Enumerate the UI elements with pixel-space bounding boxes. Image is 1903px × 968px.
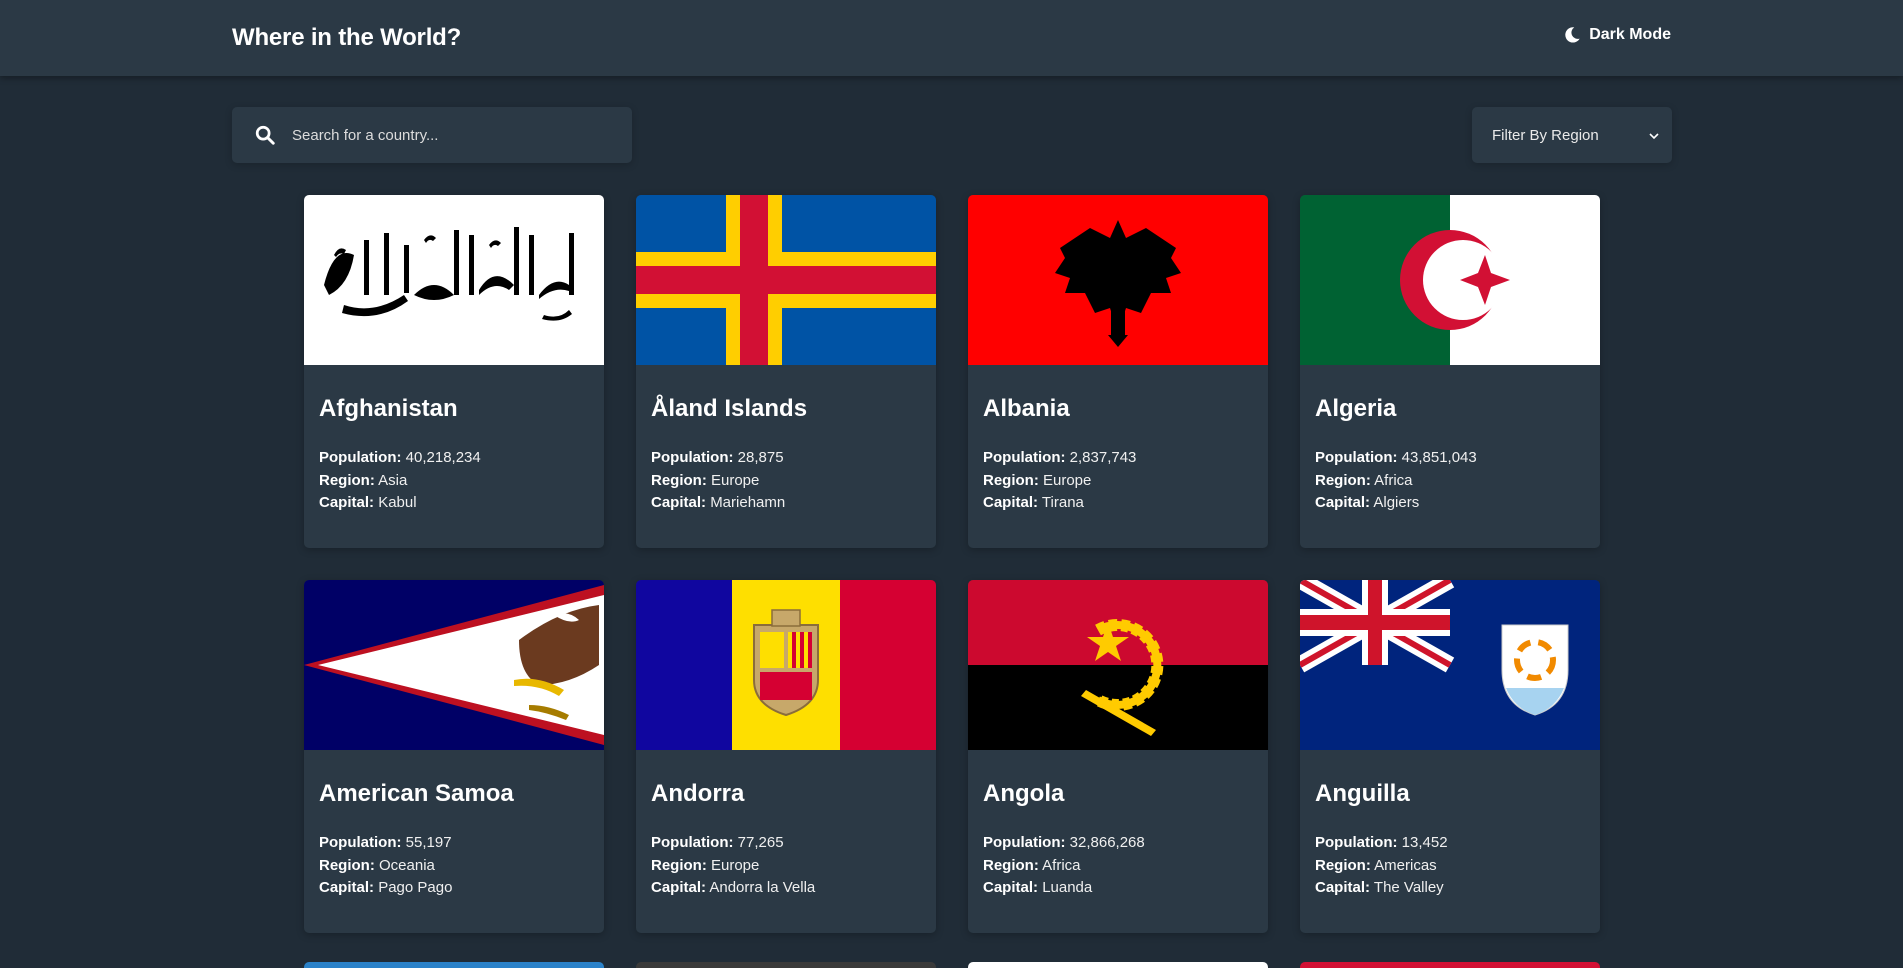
- flag-image-algeria: [1300, 195, 1600, 365]
- country-card[interactable]: Afghanistan Population: 40,218,234 Regio…: [304, 195, 604, 548]
- country-card[interactable]: Albania Population: 2,837,743 Region: Eu…: [968, 195, 1268, 548]
- app-title: Where in the World?: [232, 24, 462, 51]
- country-region: Region: Africa: [1315, 471, 1413, 489]
- country-population: Population: 55,197: [319, 834, 452, 851]
- country-capital: Capital: Kabul: [319, 494, 417, 511]
- country-name: Angola: [983, 780, 1065, 807]
- country-population: Population: 28,875: [651, 449, 784, 466]
- country-capital: Capital: Pago Pago: [319, 879, 453, 896]
- country-card[interactable]: Andorra Population: 77,265 Region: Europ…: [636, 580, 936, 933]
- search-box[interactable]: [232, 107, 632, 163]
- country-region: Region: Europe: [651, 856, 760, 874]
- country-region: Region: Africa: [983, 856, 1081, 874]
- partial-card-flag[interactable]: [1300, 962, 1600, 968]
- partial-card-flag[interactable]: [304, 962, 604, 968]
- country-card[interactable]: American Samoa Population: 55,197 Region…: [304, 580, 604, 933]
- country-region: Region: Americas: [1315, 856, 1437, 874]
- country-name: Andorra: [651, 780, 745, 807]
- country-name: American Samoa: [319, 780, 514, 807]
- country-capital: Capital: Tirana: [983, 494, 1084, 511]
- country-card[interactable]: Algeria Population: 43,851,043 Region: A…: [1300, 195, 1600, 548]
- country-name: Anguilla: [1315, 780, 1410, 807]
- country-region: Region: Oceania: [319, 856, 435, 874]
- country-card[interactable]: Åland Islands Population: 28,875 Region:…: [636, 195, 936, 548]
- country-name: Afghanistan: [319, 395, 458, 422]
- country-region: Region: Europe: [983, 471, 1092, 489]
- country-capital: Capital: Mariehamn: [651, 494, 786, 511]
- country-population: Population: 32,866,268: [983, 834, 1145, 851]
- country-population: Population: 2,837,743: [983, 449, 1137, 466]
- country-population: Population: 40,218,234: [319, 449, 481, 466]
- country-population: Population: 43,851,043: [1315, 449, 1477, 466]
- dark-mode-label: Dark Mode: [1589, 26, 1671, 43]
- search-input[interactable]: [292, 126, 612, 144]
- flag-image-angola: [968, 580, 1268, 750]
- country-card[interactable]: Angola Population: 32,866,268 Region: Af…: [968, 580, 1268, 933]
- country-name: Albania: [983, 395, 1070, 422]
- region-filter-label: Filter By Region: [1492, 126, 1599, 144]
- flag-image-aland-islands: [636, 195, 936, 365]
- app-header: Where in the World? Dark Mode: [0, 0, 1903, 76]
- country-capital: Capital: Andorra la Vella: [651, 879, 816, 896]
- country-capital: Capital: Algiers: [1315, 494, 1420, 511]
- search-icon: [254, 124, 276, 146]
- country-population: Population: 13,452: [1315, 834, 1448, 851]
- flag-image-albania: [968, 195, 1268, 365]
- flag-image-american-samoa: [304, 580, 604, 750]
- dark-mode-toggle[interactable]: Dark Mode: [1563, 26, 1671, 44]
- flag-image-anguilla: [1300, 580, 1600, 750]
- country-card[interactable]: Anguilla Population: 13,452 Region: Amer…: [1300, 580, 1600, 933]
- moon-icon: [1563, 26, 1581, 44]
- country-name: Åland Islands: [651, 395, 808, 422]
- country-population: Population: 77,265: [651, 834, 784, 851]
- partial-card-flag[interactable]: [968, 962, 1268, 968]
- country-name: Algeria: [1315, 395, 1397, 422]
- partial-card-flag[interactable]: [636, 962, 936, 968]
- country-grid: Afghanistan Population: 40,218,234 Regio…: [304, 195, 1600, 933]
- flag-image-andorra: [636, 580, 936, 750]
- flag-image-afghanistan: [304, 195, 604, 365]
- country-region: Region: Asia: [319, 471, 408, 489]
- country-capital: Capital: Luanda: [983, 879, 1093, 896]
- next-row-cards-partial: [304, 962, 1600, 968]
- country-region: Region: Europe: [651, 471, 760, 489]
- region-filter-select[interactable]: Filter By Region: [1472, 107, 1672, 163]
- country-capital: Capital: The Valley: [1315, 879, 1444, 896]
- chevron-down-icon: [1648, 129, 1660, 141]
